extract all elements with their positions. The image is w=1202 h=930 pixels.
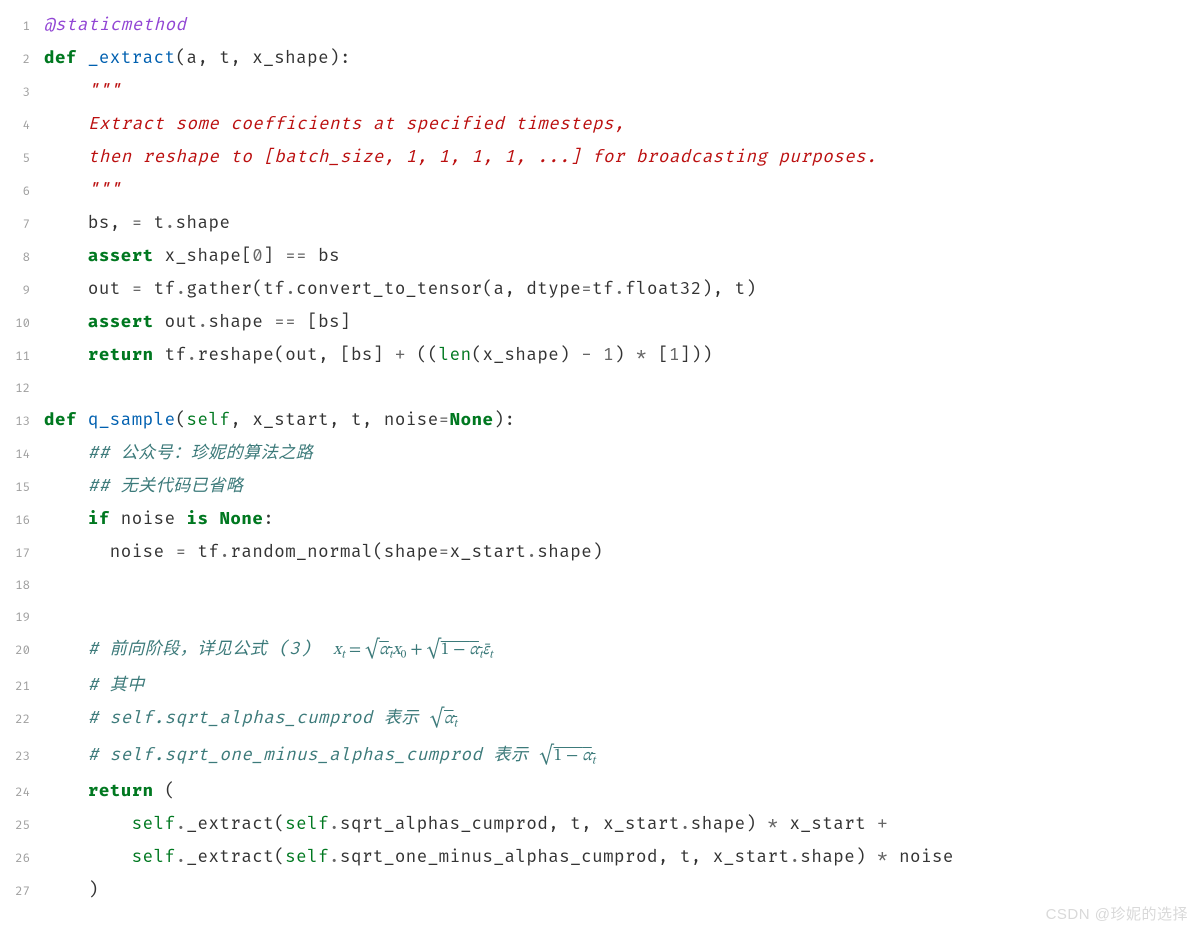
keyword-if: if <box>88 509 110 530</box>
watermark: CSDN @珍妮的选择 <box>1046 903 1188 924</box>
line-number: 7 <box>0 209 44 241</box>
line-number: 17 <box>0 538 44 570</box>
code-line: 27 ) <box>0 875 1202 908</box>
code-line: 24 return ( <box>0 776 1202 809</box>
none-literal: None <box>450 410 494 431</box>
self-ref: self <box>285 814 329 835</box>
math-formula: √1 − αt <box>539 748 595 765</box>
line-number: 2 <box>0 44 44 76</box>
line-number: 12 <box>0 373 44 405</box>
docstring: """ <box>88 81 121 102</box>
comment: # 前向阶段，详见公式 (3) xt = √αtx0 + √1 − αtε̄t <box>88 639 493 660</box>
code-line: 11 return tf.reshape(out, [bs] + ((len(x… <box>0 340 1202 373</box>
line-number: 22 <box>0 704 44 736</box>
code-line: 25 self._extract(self.sqrt_alphas_cumpro… <box>0 809 1202 842</box>
code-line: 6 """ <box>0 175 1202 208</box>
code-line: 2 def _extract(a, t, x_shape): <box>0 43 1202 76</box>
line-number: 16 <box>0 505 44 537</box>
code-line: 19 <box>0 602 1202 634</box>
comment: # self.sqrt_alphas_cumprod 表示 √αt <box>88 708 457 729</box>
self-ref: self <box>132 814 176 835</box>
comment: # 其中 <box>88 675 145 696</box>
line-number: 15 <box>0 472 44 504</box>
code-line: 17 noise = tf.random_normal(shape=x_star… <box>0 537 1202 570</box>
code-line: 1 @staticmethod <box>0 10 1202 43</box>
keyword-def: def <box>44 48 77 69</box>
code-line: 8 assert x_shape[0] == bs <box>0 241 1202 274</box>
code-line: 21 # 其中 <box>0 670 1202 703</box>
docstring: Extract some coefficients at specified t… <box>88 114 625 135</box>
math-formula: xt = √αtx0 + √1 − αtε̄t <box>333 642 493 659</box>
line-number: 8 <box>0 242 44 274</box>
line-number: 6 <box>0 176 44 208</box>
decorator: @staticmethod <box>44 15 187 36</box>
line-number: 26 <box>0 843 44 875</box>
keyword-return: return <box>88 781 154 802</box>
code-line: 22 # self.sqrt_alphas_cumprod 表示 √αt <box>0 703 1202 739</box>
line-number: 11 <box>0 341 44 373</box>
code-line: 14 ## 公众号：珍妮的算法之路 <box>0 438 1202 471</box>
code-line: 10 assert out.shape == [bs] <box>0 307 1202 340</box>
keyword-assert: assert <box>88 312 154 333</box>
line-number: 25 <box>0 810 44 842</box>
code-line: 3 """ <box>0 76 1202 109</box>
code-line: 23 # self.sqrt_one_minus_alphas_cumprod … <box>0 740 1202 776</box>
function-name: q_sample <box>88 410 176 431</box>
self-ref: self <box>285 847 329 868</box>
line-number: 1 <box>0 11 44 43</box>
code-line: 9 out = tf.gather(tf.convert_to_tensor(a… <box>0 274 1202 307</box>
line-number: 18 <box>0 570 44 602</box>
line-number: 14 <box>0 439 44 471</box>
math-formula: √αt <box>430 711 457 728</box>
params: (a, t, x_shape): <box>176 48 351 69</box>
code-line: 18 <box>0 570 1202 602</box>
line-number: 27 <box>0 876 44 908</box>
code-line: 26 self._extract(self.sqrt_one_minus_alp… <box>0 842 1202 875</box>
code-line: 12 <box>0 373 1202 405</box>
code-block: 1 @staticmethod 2 def _extract(a, t, x_s… <box>0 0 1202 918</box>
comment: ## 无关代码已省略 <box>88 476 243 497</box>
keyword-def: def <box>44 410 77 431</box>
keyword-return: return <box>88 345 154 366</box>
code-line: 7 bs, = t.shape <box>0 208 1202 241</box>
function-name: _extract <box>88 48 176 69</box>
code-line: 15 ## 无关代码已省略 <box>0 471 1202 504</box>
comment: ## 公众号：珍妮的算法之路 <box>88 443 313 464</box>
code-line: 4 Extract some coefficients at specified… <box>0 109 1202 142</box>
line-number: 3 <box>0 77 44 109</box>
line-number: 5 <box>0 143 44 175</box>
line-number: 9 <box>0 275 44 307</box>
none-literal: None <box>219 509 263 530</box>
line-number: 13 <box>0 406 44 438</box>
docstring: then reshape to [batch_size, 1, 1, 1, 1,… <box>88 147 877 168</box>
code-line: 13 def q_sample(self, x_start, t, noise=… <box>0 405 1202 438</box>
line-number: 4 <box>0 110 44 142</box>
line-number: 20 <box>0 635 44 667</box>
line-number: 23 <box>0 741 44 773</box>
comment: # self.sqrt_one_minus_alphas_cumprod 表示 … <box>88 745 596 766</box>
line-number: 10 <box>0 308 44 340</box>
code-line: 5 then reshape to [batch_size, 1, 1, 1, … <box>0 142 1202 175</box>
self-ref: self <box>132 847 176 868</box>
line-number: 24 <box>0 777 44 809</box>
builtin-len: len <box>439 345 472 366</box>
line-number: 21 <box>0 671 44 703</box>
code-line: 20 # 前向阶段，详见公式 (3) xt = √αtx0 + √1 − αtε… <box>0 634 1202 670</box>
keyword-assert: assert <box>88 246 154 267</box>
line-number: 19 <box>0 602 44 634</box>
self-param: self <box>187 410 231 431</box>
code-line: 16 if noise is None: <box>0 504 1202 537</box>
docstring: """ <box>88 180 121 201</box>
keyword-is: is <box>187 509 209 530</box>
